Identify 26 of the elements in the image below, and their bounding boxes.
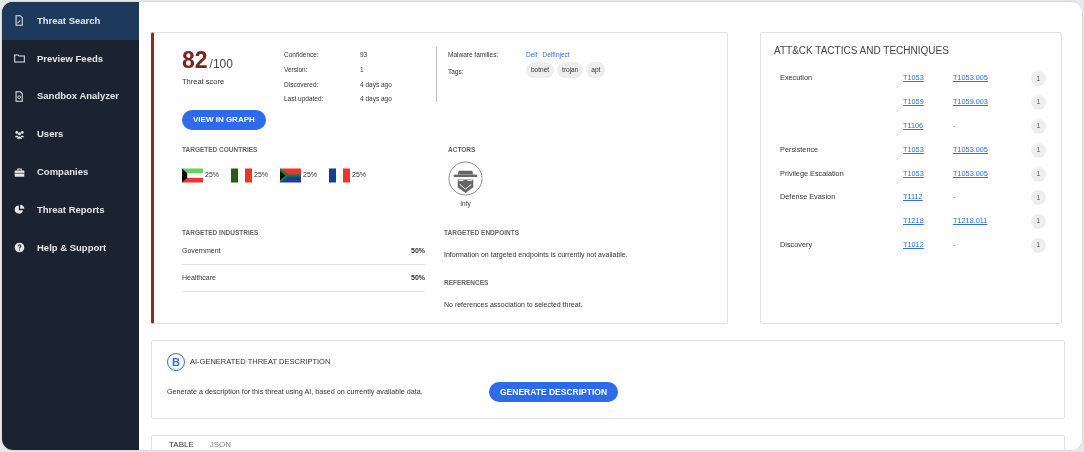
tab[interactable]: TABLE xyxy=(169,439,194,450)
sidebar-item[interactable]: Companies xyxy=(2,153,139,191)
sidebar-item[interactable]: Help & Support xyxy=(2,228,139,267)
document-search-icon xyxy=(14,91,25,102)
tab[interactable]: JSON xyxy=(209,439,232,450)
score-max: /100 xyxy=(209,56,233,73)
users-icon xyxy=(14,128,25,140)
flag-icon xyxy=(182,167,203,183)
briefcase-icon xyxy=(14,166,25,178)
folder-icon xyxy=(14,53,25,65)
sidebar-item[interactable]: Users xyxy=(2,115,139,154)
flag-icon xyxy=(329,167,351,183)
view-graph-button[interactable]: VIEW IN GRAPH xyxy=(182,110,266,130)
document-icon xyxy=(14,15,25,27)
sidebar-item[interactable]: Preview Feeds xyxy=(2,39,139,78)
pie-chart-icon xyxy=(14,204,25,216)
help-icon xyxy=(14,242,25,254)
spy-avatar-icon xyxy=(448,160,483,196)
threat-score: 82 xyxy=(182,49,208,72)
flag-icon xyxy=(280,167,302,183)
sidebar-item[interactable]: Threat Reports xyxy=(2,191,139,229)
generate-description-button[interactable]: GENERATE DESCRIPTION xyxy=(489,382,619,402)
sidebar-item[interactable]: Sandbox Analyzer xyxy=(2,77,139,116)
card-title: ATT&CK TACTICS AND TECHNIQUES xyxy=(774,44,950,58)
sidebar-item[interactable]: Threat Search xyxy=(2,2,139,40)
flag-icon xyxy=(231,167,252,183)
